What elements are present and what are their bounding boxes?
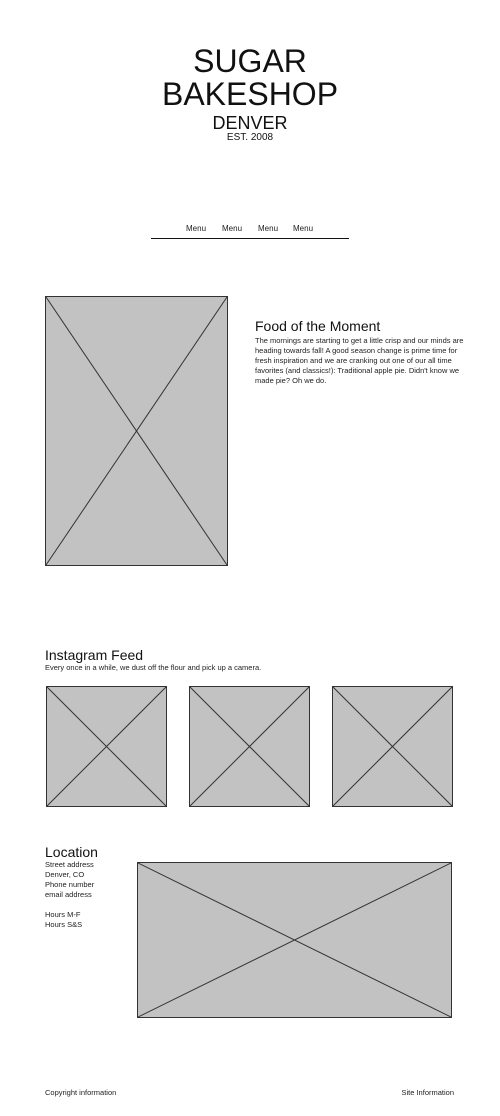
location-hours-weekday: Hours M-F: [45, 910, 81, 919]
location-hours-weekend: Hours S&S: [45, 920, 83, 929]
feature-description: The mornings are starting to get a littl…: [255, 336, 464, 385]
image-placeholder-icon: [190, 687, 309, 806]
instagram-photo-2[interactable]: [189, 686, 310, 807]
location-street: Street address: [45, 860, 94, 869]
location-email[interactable]: email address: [45, 890, 135, 900]
instagram-subtitle: Every once in a while, we dust off the f…: [45, 663, 262, 672]
brand-title-line2: BAKESHOP: [161, 76, 339, 112]
image-placeholder-icon: [47, 687, 166, 806]
location-city: Denver, CO: [45, 870, 85, 879]
map-placeholder-icon: [138, 863, 451, 1017]
instagram-title: Instagram Feed: [45, 647, 144, 663]
feature-image-placeholder: [45, 296, 228, 566]
footer-site-info[interactable]: Site Information: [340, 1088, 454, 1098]
feature-title: Food of the Moment: [255, 318, 381, 334]
nav-item-menu-2[interactable]: Menu: [222, 224, 242, 234]
nav-item-menu-4[interactable]: Menu: [293, 224, 313, 234]
main-nav: Menu Menu Menu Menu: [151, 224, 349, 239]
location-title: Location: [45, 844, 98, 860]
nav-item-menu-3[interactable]: Menu: [258, 224, 278, 234]
location-map-placeholder[interactable]: [137, 862, 452, 1018]
location-phone[interactable]: Phone number: [45, 880, 135, 890]
brand-city: DENVER: [212, 113, 288, 133]
image-placeholder-icon: [333, 687, 452, 806]
image-placeholder-icon: [46, 297, 227, 565]
footer-copyright: Copyright information: [45, 1088, 117, 1097]
brand-established: EST. 2008: [226, 132, 274, 143]
brand-title-line1: SUGAR: [193, 43, 307, 79]
location-details: Street address Denver, CO Phone number e…: [45, 860, 135, 930]
instagram-photo-1[interactable]: [46, 686, 167, 807]
instagram-photo-3[interactable]: [332, 686, 453, 807]
nav-item-menu-1[interactable]: Menu: [186, 224, 206, 234]
